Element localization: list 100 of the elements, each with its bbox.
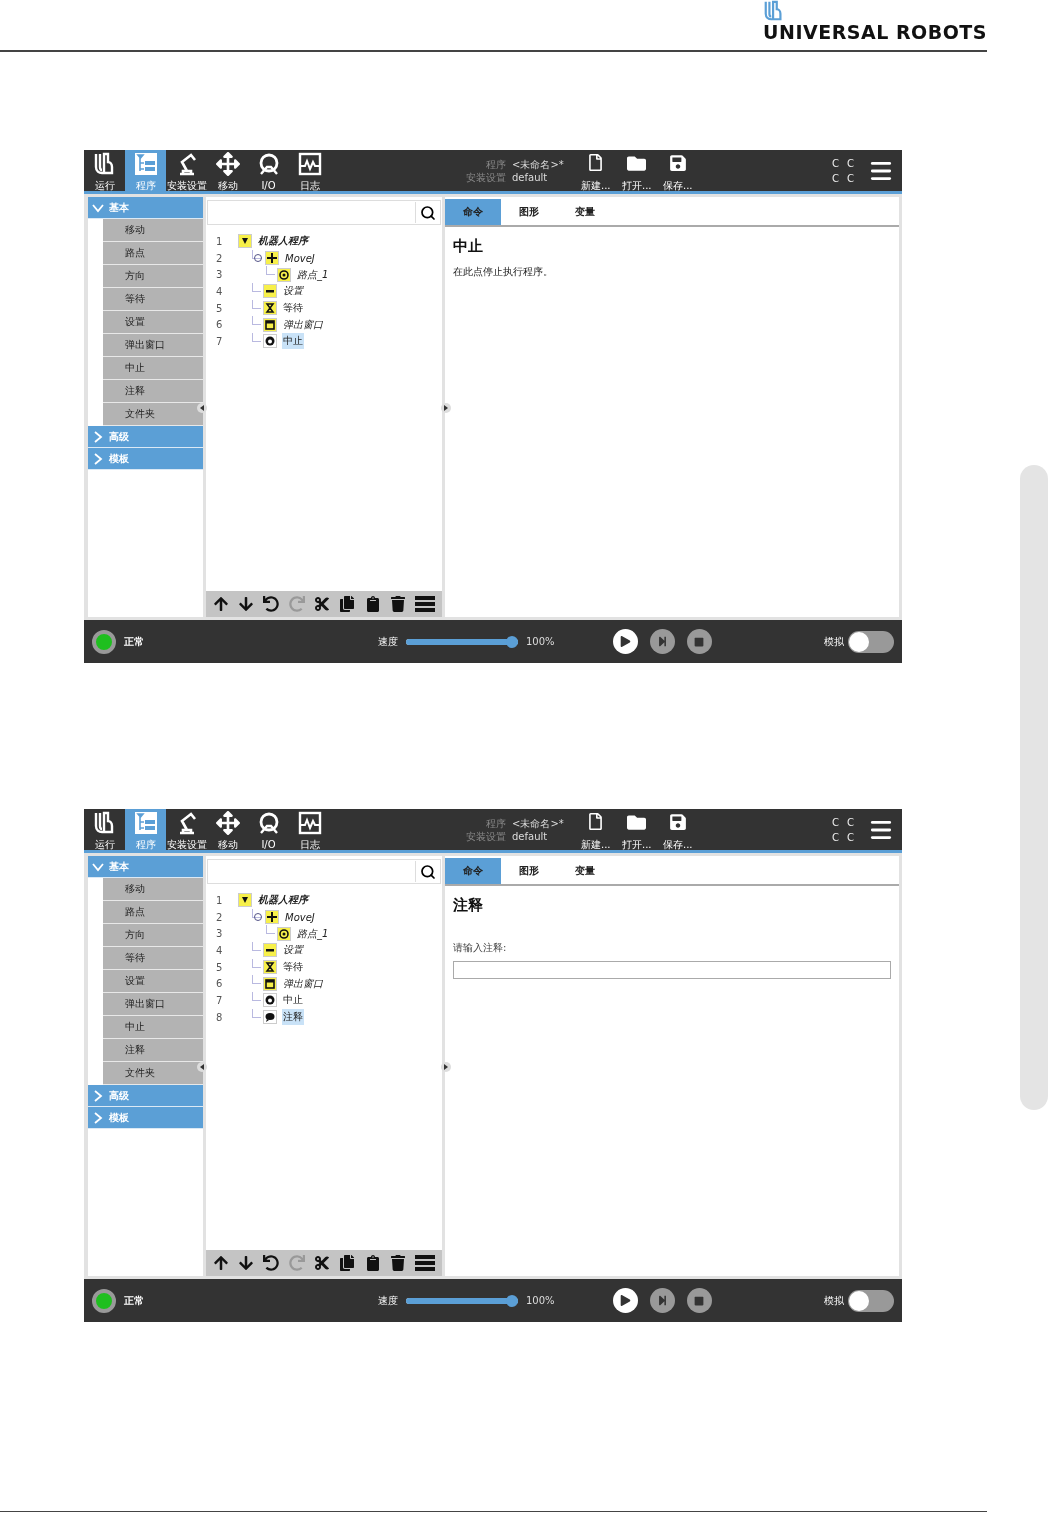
program-tree-icon bbox=[133, 152, 158, 176]
program-tree-icon bbox=[133, 811, 158, 835]
tool-button[interactable] bbox=[415, 1255, 436, 1271]
command-item[interactable]: 弹出窗口 bbox=[103, 334, 203, 357]
file-button[interactable]: 新建... bbox=[575, 809, 616, 850]
speed-slider[interactable] bbox=[406, 635, 518, 648]
tree-node[interactable]: 路点_1 bbox=[296, 925, 330, 942]
tree-node[interactable]: 机器人程序 bbox=[257, 233, 309, 250]
tool-button[interactable] bbox=[263, 596, 280, 612]
tree-node[interactable]: MoveJ bbox=[284, 251, 316, 265]
tool-button[interactable] bbox=[389, 596, 406, 612]
command-item[interactable]: 移动 bbox=[103, 878, 203, 901]
tool-button[interactable] bbox=[364, 596, 381, 612]
command-item[interactable]: 移动 bbox=[103, 219, 203, 242]
nav-tab[interactable]: 移动 bbox=[207, 809, 248, 850]
tree-node[interactable]: 弹出窗口 bbox=[282, 975, 324, 992]
minus-icon bbox=[263, 284, 277, 299]
command-item[interactable]: 中止 bbox=[103, 1016, 203, 1039]
nav-tab[interactable]: I/O bbox=[248, 809, 289, 850]
simulation-toggle[interactable] bbox=[848, 1289, 894, 1312]
line-number: 2 bbox=[216, 252, 224, 264]
tool-button[interactable] bbox=[313, 1255, 330, 1271]
tool-button[interactable] bbox=[238, 596, 254, 612]
collapse-handle[interactable] bbox=[197, 1062, 207, 1072]
nav-tab[interactable]: 安装设置 bbox=[166, 150, 207, 191]
nav-tab[interactable]: 移动 bbox=[207, 150, 248, 191]
trash-icon bbox=[389, 596, 406, 612]
tree-node[interactable]: 路点_1 bbox=[296, 266, 330, 283]
tree-node[interactable]: 设置 bbox=[282, 942, 304, 959]
nav-tab[interactable]: 运行 bbox=[84, 809, 125, 850]
file-button[interactable]: 保存... bbox=[657, 150, 698, 191]
collapse-handle[interactable] bbox=[197, 403, 207, 413]
tab[interactable]: 命令 bbox=[445, 858, 501, 884]
tool-button[interactable] bbox=[212, 596, 229, 612]
command-item[interactable]: 设置 bbox=[103, 311, 203, 334]
playback-button[interactable] bbox=[612, 1288, 638, 1313]
tool-button[interactable] bbox=[238, 1255, 254, 1271]
tree-node[interactable]: 中止 bbox=[282, 333, 304, 350]
line-number: 1 bbox=[216, 894, 224, 906]
tool-button[interactable] bbox=[313, 596, 330, 612]
status-text: 正常 bbox=[124, 634, 144, 649]
collapse-handle[interactable] bbox=[441, 403, 451, 413]
file-button[interactable]: 保存... bbox=[657, 809, 698, 850]
tool-button[interactable] bbox=[389, 1255, 406, 1271]
tree-node[interactable]: 机器人程序 bbox=[257, 892, 309, 909]
command-item[interactable]: 等待 bbox=[103, 947, 203, 970]
file-button[interactable]: 新建... bbox=[575, 150, 616, 191]
command-item[interactable]: 方向 bbox=[103, 924, 203, 947]
tree-node[interactable]: 中止 bbox=[282, 992, 304, 1009]
nav-tab[interactable]: 安装设置 bbox=[166, 809, 207, 850]
collapse-handle[interactable] bbox=[441, 1062, 451, 1072]
slider-thumb[interactable] bbox=[506, 635, 518, 648]
tree-node[interactable]: 等待 bbox=[282, 300, 304, 317]
speed-slider[interactable] bbox=[406, 1294, 518, 1307]
nav-tab[interactable]: 日志 bbox=[289, 809, 330, 850]
slider-thumb[interactable] bbox=[506, 1294, 518, 1307]
line-number: 6 bbox=[216, 319, 224, 331]
command-item[interactable]: 等待 bbox=[103, 288, 203, 311]
file-button[interactable]: 打开... bbox=[616, 809, 657, 850]
nav-tab[interactable]: I/O bbox=[248, 150, 289, 191]
command-item[interactable]: 路点 bbox=[103, 901, 203, 924]
tree-node[interactable]: 设置 bbox=[282, 283, 304, 300]
tool-button[interactable] bbox=[263, 1255, 280, 1271]
simulation-toggle[interactable] bbox=[848, 630, 894, 653]
search-field[interactable] bbox=[207, 200, 441, 225]
tree-node[interactable]: MoveJ bbox=[284, 910, 316, 924]
target-icon bbox=[277, 267, 291, 282]
command-item[interactable]: 路点 bbox=[103, 242, 203, 265]
log-chart-icon bbox=[297, 152, 322, 176]
tree-node[interactable]: 注释 bbox=[282, 1009, 304, 1026]
field-label: 请输入注释: bbox=[453, 941, 508, 955]
hand-icon bbox=[263, 334, 277, 349]
program-label: 程序 bbox=[485, 816, 506, 830]
tool-button[interactable] bbox=[415, 596, 436, 612]
command-item[interactable]: 注释 bbox=[103, 380, 203, 403]
comment-field[interactable] bbox=[453, 961, 891, 979]
tree-node[interactable]: 弹出窗口 bbox=[282, 316, 324, 333]
tool-button[interactable] bbox=[212, 1255, 229, 1271]
command-item[interactable]: 文件夹 bbox=[103, 403, 203, 426]
playback-button[interactable] bbox=[612, 629, 638, 654]
command-item[interactable]: 文件夹 bbox=[103, 1062, 203, 1085]
command-item[interactable]: 方向 bbox=[103, 265, 203, 288]
tree-node[interactable]: 等待 bbox=[282, 959, 304, 976]
nav-tab[interactable]: 日志 bbox=[289, 150, 330, 191]
file-button[interactable]: 打开... bbox=[616, 150, 657, 191]
tab[interactable]: 命令 bbox=[445, 199, 501, 225]
tool-button[interactable] bbox=[339, 1255, 356, 1271]
command-item[interactable]: 弹出窗口 bbox=[103, 993, 203, 1016]
search-field[interactable] bbox=[207, 859, 441, 884]
nav-tab[interactable]: 运行 bbox=[84, 150, 125, 191]
command-item[interactable]: 注释 bbox=[103, 1039, 203, 1062]
command-item[interactable]: 中止 bbox=[103, 357, 203, 380]
line-number: 7 bbox=[216, 335, 224, 347]
simulation-label: 模拟 bbox=[824, 1293, 844, 1308]
move-arrows-icon bbox=[215, 152, 240, 176]
command-item[interactable]: 设置 bbox=[103, 970, 203, 993]
tool-button[interactable] bbox=[364, 1255, 381, 1271]
status-indicator: C bbox=[832, 830, 839, 845]
tool-button[interactable] bbox=[339, 596, 356, 612]
line-number: 8 bbox=[216, 1011, 224, 1023]
